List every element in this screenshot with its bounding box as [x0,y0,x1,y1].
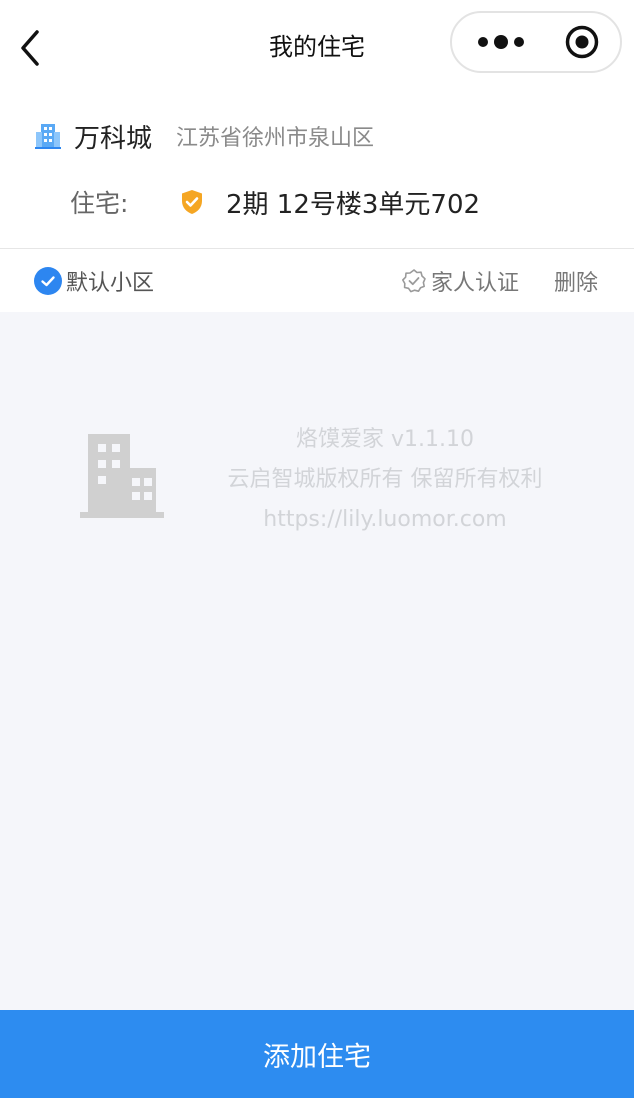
more-button[interactable] [464,13,538,71]
website-url: https://lily.luomor.com [263,507,507,532]
house-row: 住宅: 2期 12号楼3单元702 [70,182,480,222]
target-circle-icon [565,25,599,59]
app-info-watermark: 烙馍爱家 v1.1.10 云启智城版权所有 保留所有权利 https://lil… [0,312,634,1010]
family-verify-button[interactable]: 家人认证 [401,265,519,297]
add-house-button[interactable]: 添加住宅 [0,1010,634,1098]
community-card: 万科城 江苏省徐州市泉山区 住宅: 2期 12号楼3单元702 默认小区 家人认… [0,96,634,312]
house-label: 住宅: [70,189,129,218]
family-verify-label: 家人认证 [431,271,520,296]
default-community-toggle[interactable]: 默认小区 [34,265,154,297]
nav-bar: 我的住宅 [0,0,634,96]
close-miniprogram-button[interactable] [552,13,612,71]
shield-check-icon [182,190,202,214]
checked-icon [34,267,62,295]
delete-button[interactable]: 删除 [554,265,598,297]
house-address: 2期 12号楼3单元702 [226,189,481,220]
community-name: 万科城 [74,123,153,154]
copyright-text: 云启智城版权所有 保留所有权利 [227,467,543,492]
community-row: 万科城 江苏省徐州市泉山区 [34,116,374,156]
default-community-label: 默认小区 [66,271,155,296]
community-address: 江苏省徐州市泉山区 [176,126,375,151]
building-icon [35,124,61,149]
app-version: 烙馍爱家 v1.1.10 [296,427,474,452]
app-info: 烙馍爱家 v1.1.10 云启智城版权所有 保留所有权利 https://lil… [190,420,580,540]
more-dots-icon [478,35,524,49]
building-outline-icon [80,434,164,518]
actions-row: 默认小区 家人认证 删除 [0,249,634,312]
capsule-menu [450,11,622,73]
verified-badge-icon [402,269,426,293]
